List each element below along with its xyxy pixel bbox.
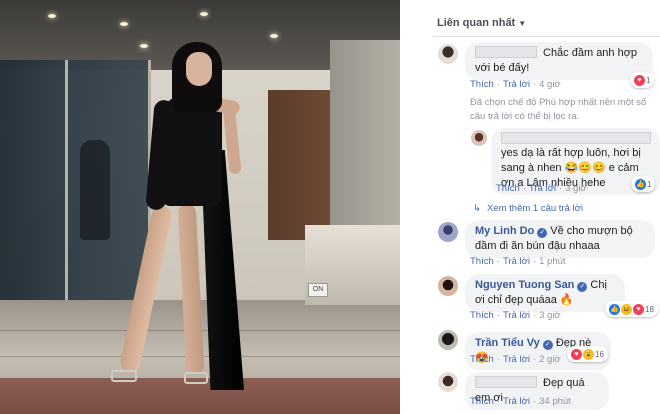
redacted-name (501, 132, 651, 144)
ceiling-light (270, 34, 278, 38)
reaction-count: 16 (595, 349, 604, 359)
ceiling-light (140, 44, 148, 48)
comment-actions: Thích · Trả lời · 2 giờ (470, 354, 561, 365)
heart-reaction-icon: ♥ (634, 74, 645, 86)
comment-actions: Thích · Trả lời · 34 phút (470, 396, 571, 407)
comment-bubble: Nguyen Tuong San ✓ Chị ơi chỉ đẹp quáaa 🔥 (465, 274, 625, 312)
comment-actions: Thích · Trả lời · 3 giờ (470, 310, 561, 321)
like-link[interactable]: Thích (470, 310, 494, 321)
commenter-name[interactable]: My Linh Do (475, 225, 534, 237)
commenter-name[interactable]: Nguyen Tuong San (475, 279, 574, 291)
ceiling-light (48, 14, 56, 18)
avatar[interactable] (438, 44, 458, 64)
haha-reaction-icon: 😆 (621, 303, 632, 315)
heart-reaction-icon: ♥ (571, 348, 582, 360)
wooden-door (268, 90, 330, 240)
reply-link[interactable]: Trả lời (503, 396, 530, 407)
timestamp[interactable]: 2 giờ (539, 354, 561, 365)
reaction-count: 18 (645, 304, 654, 314)
comment-bubble: My Linh Do ✓ Về cho mượn bộ đầm đi ăn bún … (465, 220, 655, 258)
background-person (80, 140, 110, 240)
reply-arrow-icon: ↳ (473, 203, 481, 214)
dress-bodice (162, 96, 222, 206)
reaction-summary[interactable]: ♥ 😮 16 (567, 346, 608, 362)
reaction-count: 1 (647, 179, 652, 189)
ceiling-light (120, 22, 128, 26)
comment-bubble: Chắc đầm anh hợp với bé đấy! (465, 42, 653, 80)
reply-link[interactable]: Trả lời (503, 79, 530, 90)
reply-link[interactable]: Trả lời (503, 354, 530, 365)
ceiling-light (200, 12, 208, 16)
reaction-summary[interactable]: ♥ 1 (630, 72, 655, 88)
comment-actions: Thích · Trả lời · 1 phút (470, 256, 566, 267)
face (186, 52, 212, 86)
wall-switch: ON (308, 283, 328, 297)
divider (433, 36, 660, 37)
like-link[interactable]: Thích (470, 354, 494, 365)
verified-badge-icon: ✓ (577, 282, 588, 292)
reaction-summary[interactable]: 👍 😆 ♥ 18 (605, 301, 658, 317)
comments-panel: Liên quan nhất ▼ Chắc đầm anh hợp với bé … (425, 0, 660, 414)
comment-sort-dropdown[interactable]: Liên quan nhất ▼ (437, 17, 526, 29)
heart-reaction-icon: ♥ (633, 303, 644, 315)
filtered-replies-note: Đã chọn chế độ Phù hợp nhất nên một số c… (470, 97, 647, 122)
view-more-replies-link[interactable]: ↳ Xem thêm 1 câu trả lời (473, 203, 583, 214)
reply-actions: Thích · Trả lời · 3 giờ (496, 183, 587, 194)
timestamp[interactable]: 4 giờ (539, 79, 561, 90)
reaction-summary[interactable]: 👍 1 (631, 176, 656, 192)
like-link[interactable]: Thích (496, 183, 520, 194)
timestamp[interactable]: 34 phút (539, 396, 571, 407)
commenter-name[interactable]: Trần Tiểu Vy (475, 337, 540, 349)
like-reaction-icon: 👍 (635, 178, 646, 190)
right-sandal (184, 372, 208, 384)
reply-link[interactable]: Trả lời (503, 256, 530, 267)
timestamp[interactable]: 3 giờ (539, 310, 561, 321)
reply-link[interactable]: Trả lời (503, 310, 530, 321)
avatar[interactable] (471, 130, 487, 146)
like-link[interactable]: Thích (470, 396, 494, 407)
avatar[interactable] (438, 330, 458, 350)
left-sandal (111, 370, 137, 382)
wow-reaction-icon: 😮 (583, 348, 594, 360)
comment-actions: Thích · Trả lời · 4 giờ (470, 79, 561, 90)
timestamp[interactable]: 3 giờ (565, 183, 587, 194)
reply-link[interactable]: Trả lời (529, 183, 556, 194)
like-reaction-icon: 👍 (609, 303, 620, 315)
reaction-count: 1 (646, 75, 651, 85)
like-link[interactable]: Thích (470, 256, 494, 267)
caret-down-icon: ▼ (518, 19, 527, 28)
avatar[interactable] (438, 372, 458, 392)
verified-badge-icon: ✓ (537, 228, 548, 238)
avatar[interactable] (438, 276, 458, 296)
redacted-name (475, 46, 537, 58)
redacted-name (475, 376, 537, 388)
sort-label: Liên quan nhất (437, 17, 516, 29)
timestamp[interactable]: 1 phút (539, 256, 565, 267)
view-more-label: Xem thêm 1 câu trả lời (486, 203, 583, 214)
verified-badge-icon: ✓ (542, 340, 553, 350)
avatar[interactable] (438, 222, 458, 242)
like-link[interactable]: Thích (470, 79, 494, 90)
post-photo[interactable]: ON (0, 0, 400, 414)
